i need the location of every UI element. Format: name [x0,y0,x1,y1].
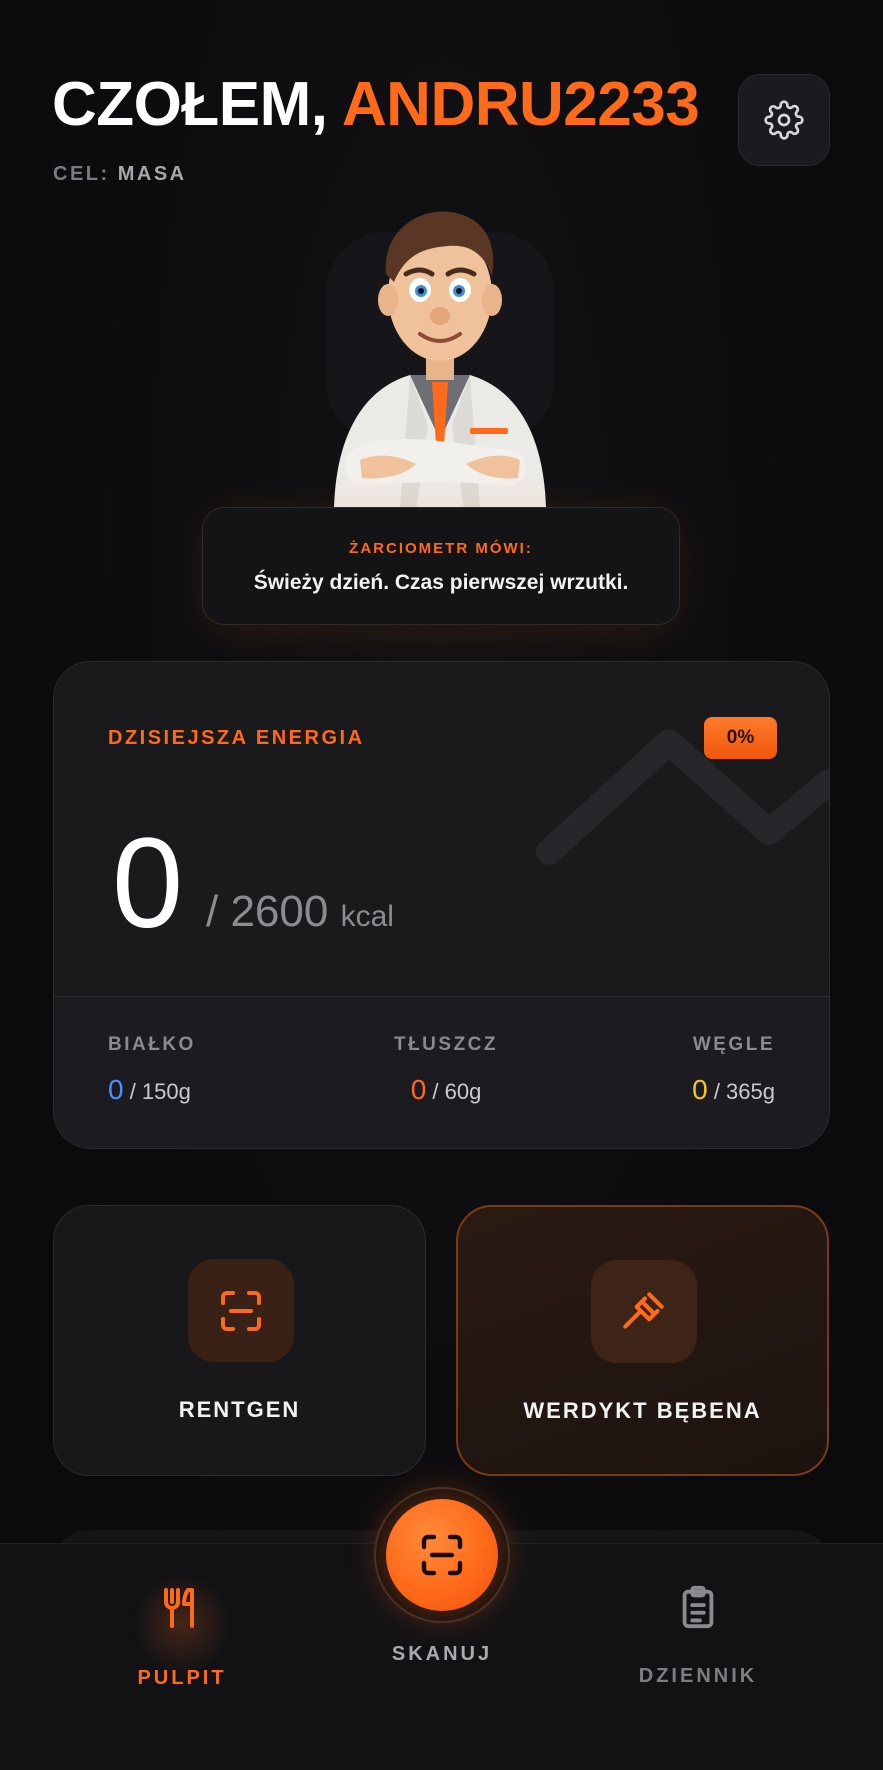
energy-percent-badge: 0% [704,717,777,759]
mascot-message: Świeży dzień. Czas pierwszej wrzutki. [253,571,629,594]
username: ANDRU2233 [341,70,700,139]
verdict-icon-box [591,1260,697,1363]
greeting-prefix: CZOŁEM, [52,70,342,139]
macro-carbs-current: 0 [692,1074,708,1105]
macro-fat-goal: / 60g [426,1079,482,1104]
gear-icon [764,100,804,140]
xray-label: RENTGEN [178,1397,301,1422]
verdict-label: WERDYKT BĘBENA [523,1398,762,1423]
macro-carbs: WĘGLE 0 / 365g [692,1034,775,1106]
macro-protein-current: 0 [108,1074,124,1105]
energy-card[interactable]: DZISIEJSZA ENERGIA 0% 0 / 2600 kcal BIAŁ… [53,661,830,1149]
scan-button[interactable] [374,1487,510,1623]
goal-line: CEL: MASA [53,163,187,186]
clipboard-icon [682,1585,714,1629]
verdict-button[interactable]: WERDYKT BĘBENA [456,1205,829,1476]
macro-protein-goal: / 150g [123,1079,191,1104]
goal-label: CEL: [53,163,118,185]
gavel-icon [623,1291,664,1329]
goal-value: MASA [117,163,187,185]
speaker-label: ŻARCIOMETR MÓWI: [349,540,533,557]
macro-carbs-value: 0 / 365g [692,1074,775,1106]
settings-button[interactable] [738,74,830,166]
energy-unit: kcal [340,900,394,933]
nav-dziennik[interactable]: DZIENNIK [628,1584,768,1688]
energy-title: DZISIEJSZA ENERGIA [108,727,365,749]
macro-carbs-label: WĘGLE [692,1034,775,1055]
macro-fat: TŁUSZCZ 0 / 60g [386,1034,506,1106]
energy-divider [54,996,829,997]
macro-carbs-goal: / 365g [707,1079,775,1104]
scan-frame-icon [221,1290,261,1331]
macro-fat-label: TŁUSZCZ [393,1034,499,1055]
xray-icon-box [188,1259,294,1362]
energy-goal: / 2600 kcal [206,887,394,937]
energy-current-value: 0 [112,812,184,955]
macro-protein-label: BIAŁKO [108,1034,196,1055]
dashboard-screen: CZOŁEM, ANDRU2233 CEL: MASA ŻARCIOMETR M… [0,0,883,1770]
macro-protein-value: 0 / 150g [108,1074,196,1106]
trend-decoration-icon [536,729,829,865]
nav-scan-label: SKANUJ [391,1643,493,1665]
nav-dziennik-label: DZIENNIK [638,1665,758,1687]
utensils-icon [164,1588,194,1628]
macro-fat-value: 0 / 60g [386,1074,506,1106]
xray-button[interactable]: RENTGEN [53,1205,426,1476]
greeting-heading: CZOŁEM, ANDRU2233 [52,74,700,136]
mascot-speech-bubble: ŻARCIOMETR MÓWI: Świeży dzień. Czas pier… [202,507,680,625]
nav-pulpit[interactable]: PULPIT [112,1574,252,1690]
scan-button-inner [386,1499,498,1611]
macro-protein: BIAŁKO 0 / 150g [108,1034,196,1106]
macro-fat-current: 0 [410,1074,427,1105]
scan-frame-icon [421,1534,463,1576]
energy-goal-value: / 2600 [206,887,329,936]
doctor-mascot-illustration [334,211,546,510]
